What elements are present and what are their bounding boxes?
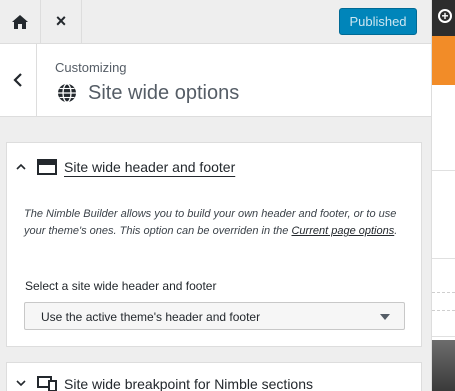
panel-title: Site wide header and footer [64,159,236,175]
customizer-topbar: × Published [0,0,431,44]
devices-icon [37,376,57,391]
home-button[interactable] [0,0,41,43]
site-preview[interactable]: + [432,0,455,391]
globe-icon [58,83,76,103]
panel-description: The Nimble Builder allows you to build y… [24,208,398,237]
back-button[interactable] [0,44,37,116]
home-icon [12,14,28,29]
dropdown-arrow-icon [380,314,390,320]
customizing-label: Customizing [55,60,127,75]
chevron-up-icon [16,163,26,170]
preview-image [432,340,455,391]
divider [432,336,455,337]
header-footer-select[interactable]: Use the active theme's header and footer [24,302,405,330]
close-button[interactable]: × [41,0,82,43]
divider [432,258,455,259]
breakpoint-panel-toggle[interactable]: Site wide breakpoint for Nimble sections [7,363,421,391]
divider [432,170,455,171]
add-section-icon[interactable]: + [438,9,452,23]
close-icon: × [55,11,67,31]
page-title: Site wide options [88,82,240,104]
header-footer-panel-toggle[interactable]: Site wide header and footer [7,143,421,189]
section-placeholder [432,292,455,293]
select-label: Select a site wide header and footer [25,279,217,293]
select-value: Use the active theme's header and footer [41,310,261,324]
section-header: Customizing Site wide options [0,44,431,117]
chevron-down-icon [16,380,26,387]
panel-title: Site wide breakpoint for Nimble sections [64,376,314,391]
publish-button[interactable]: Published [339,8,417,35]
header-footer-panel: Site wide header and footer The Nimble B… [6,142,422,347]
current-page-options-link[interactable]: Current page options [291,225,394,237]
preview-header: + [432,0,455,36]
section-placeholder [432,310,455,311]
chevron-left-icon [13,73,22,87]
customizer-panel: × Published Customizing Site wide option… [0,0,432,391]
breakpoint-panel: Site wide breakpoint for Nimble sections [6,362,422,391]
header-footer-icon [37,159,57,175]
preview-banner [432,36,455,85]
